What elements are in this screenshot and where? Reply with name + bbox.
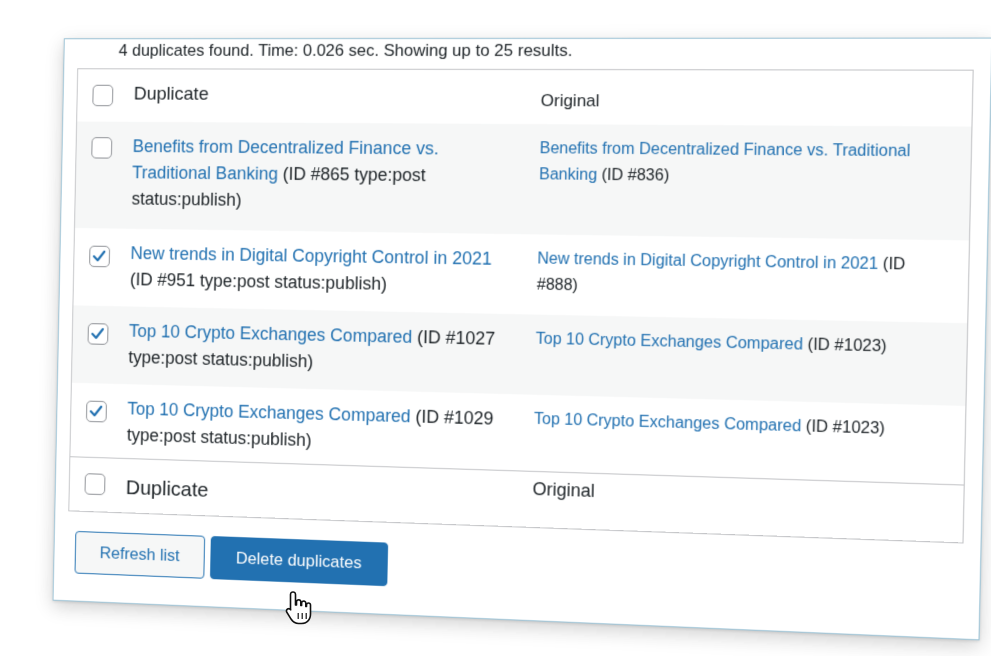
duplicates-panel: 4 duplicates found. Time: 0.026 sec. Sho… (52, 37, 991, 641)
original-cell: Top 10 Crypto Exchanges Compared (ID #10… (535, 327, 926, 362)
duplicate-cell: Top 10 Crypto Exchanges Compared (ID #10… (128, 318, 496, 380)
column-header-original: Original (540, 91, 600, 111)
original-post-link[interactable]: Benefits from Decentralized Finance vs. … (539, 140, 911, 184)
results-summary: 4 duplicates found. Time: 0.026 sec. Sho… (118, 40, 573, 60)
original-post-link[interactable]: Top 10 Crypto Exchanges Compared (536, 331, 804, 354)
original-post-meta: (ID #1023) (805, 418, 886, 438)
delete-duplicates-button[interactable]: Delete duplicates (209, 535, 389, 587)
duplicate-post-meta: (ID #951 type:post status:publish) (129, 269, 388, 294)
original-post-meta: (ID #1023) (807, 336, 887, 356)
column-footer-duplicate[interactable]: Duplicate (126, 475, 493, 514)
select-all-checkbox-footer[interactable] (84, 473, 106, 496)
original-cell: Top 10 Crypto Exchanges Compared (ID #10… (534, 407, 925, 444)
row-checkbox[interactable] (85, 400, 107, 423)
duplicates-table: Duplicate Original Benefits from Decentr… (68, 68, 974, 544)
checkmark-icon (89, 404, 103, 419)
checkmark-icon (92, 249, 106, 264)
duplicate-post-link[interactable]: Top 10 Crypto Exchanges Compared (127, 399, 411, 427)
original-cell: New trends in Digital Copyright Control … (537, 246, 929, 305)
select-all-checkbox[interactable] (92, 84, 114, 107)
refresh-list-button[interactable]: Refresh list (74, 530, 206, 579)
duplicate-cell: New trends in Digital Copyright Control … (130, 240, 498, 299)
original-cell: Benefits from Decentralized Finance vs. … (539, 136, 931, 192)
duplicate-cell: Benefits from Decentralized Finance vs. … (131, 134, 500, 217)
table-header-row: Duplicate Original (77, 69, 973, 128)
original-post-link[interactable]: New trends in Digital Copyright Control … (537, 250, 878, 273)
table-row: Benefits from Decentralized Finance vs. … (74, 121, 972, 241)
duplicate-cell: Top 10 Crypto Exchanges Compared (ID #10… (127, 396, 495, 460)
duplicate-post-link[interactable]: New trends in Digital Copyright Control … (130, 243, 492, 268)
column-header-duplicate[interactable]: Duplicate (134, 81, 502, 109)
hand-pointer-icon (285, 591, 312, 625)
checkmark-icon (90, 326, 104, 341)
row-checkbox[interactable] (87, 323, 109, 345)
row-checkbox[interactable] (91, 137, 113, 159)
original-post-link[interactable]: Top 10 Crypto Exchanges Compared (534, 411, 802, 436)
original-post-meta: (ID #836) (601, 166, 670, 185)
duplicate-post-link[interactable]: Top 10 Crypto Exchanges Compared (129, 321, 413, 347)
column-footer-original: Original (532, 478, 595, 502)
row-checkbox[interactable] (89, 245, 111, 268)
